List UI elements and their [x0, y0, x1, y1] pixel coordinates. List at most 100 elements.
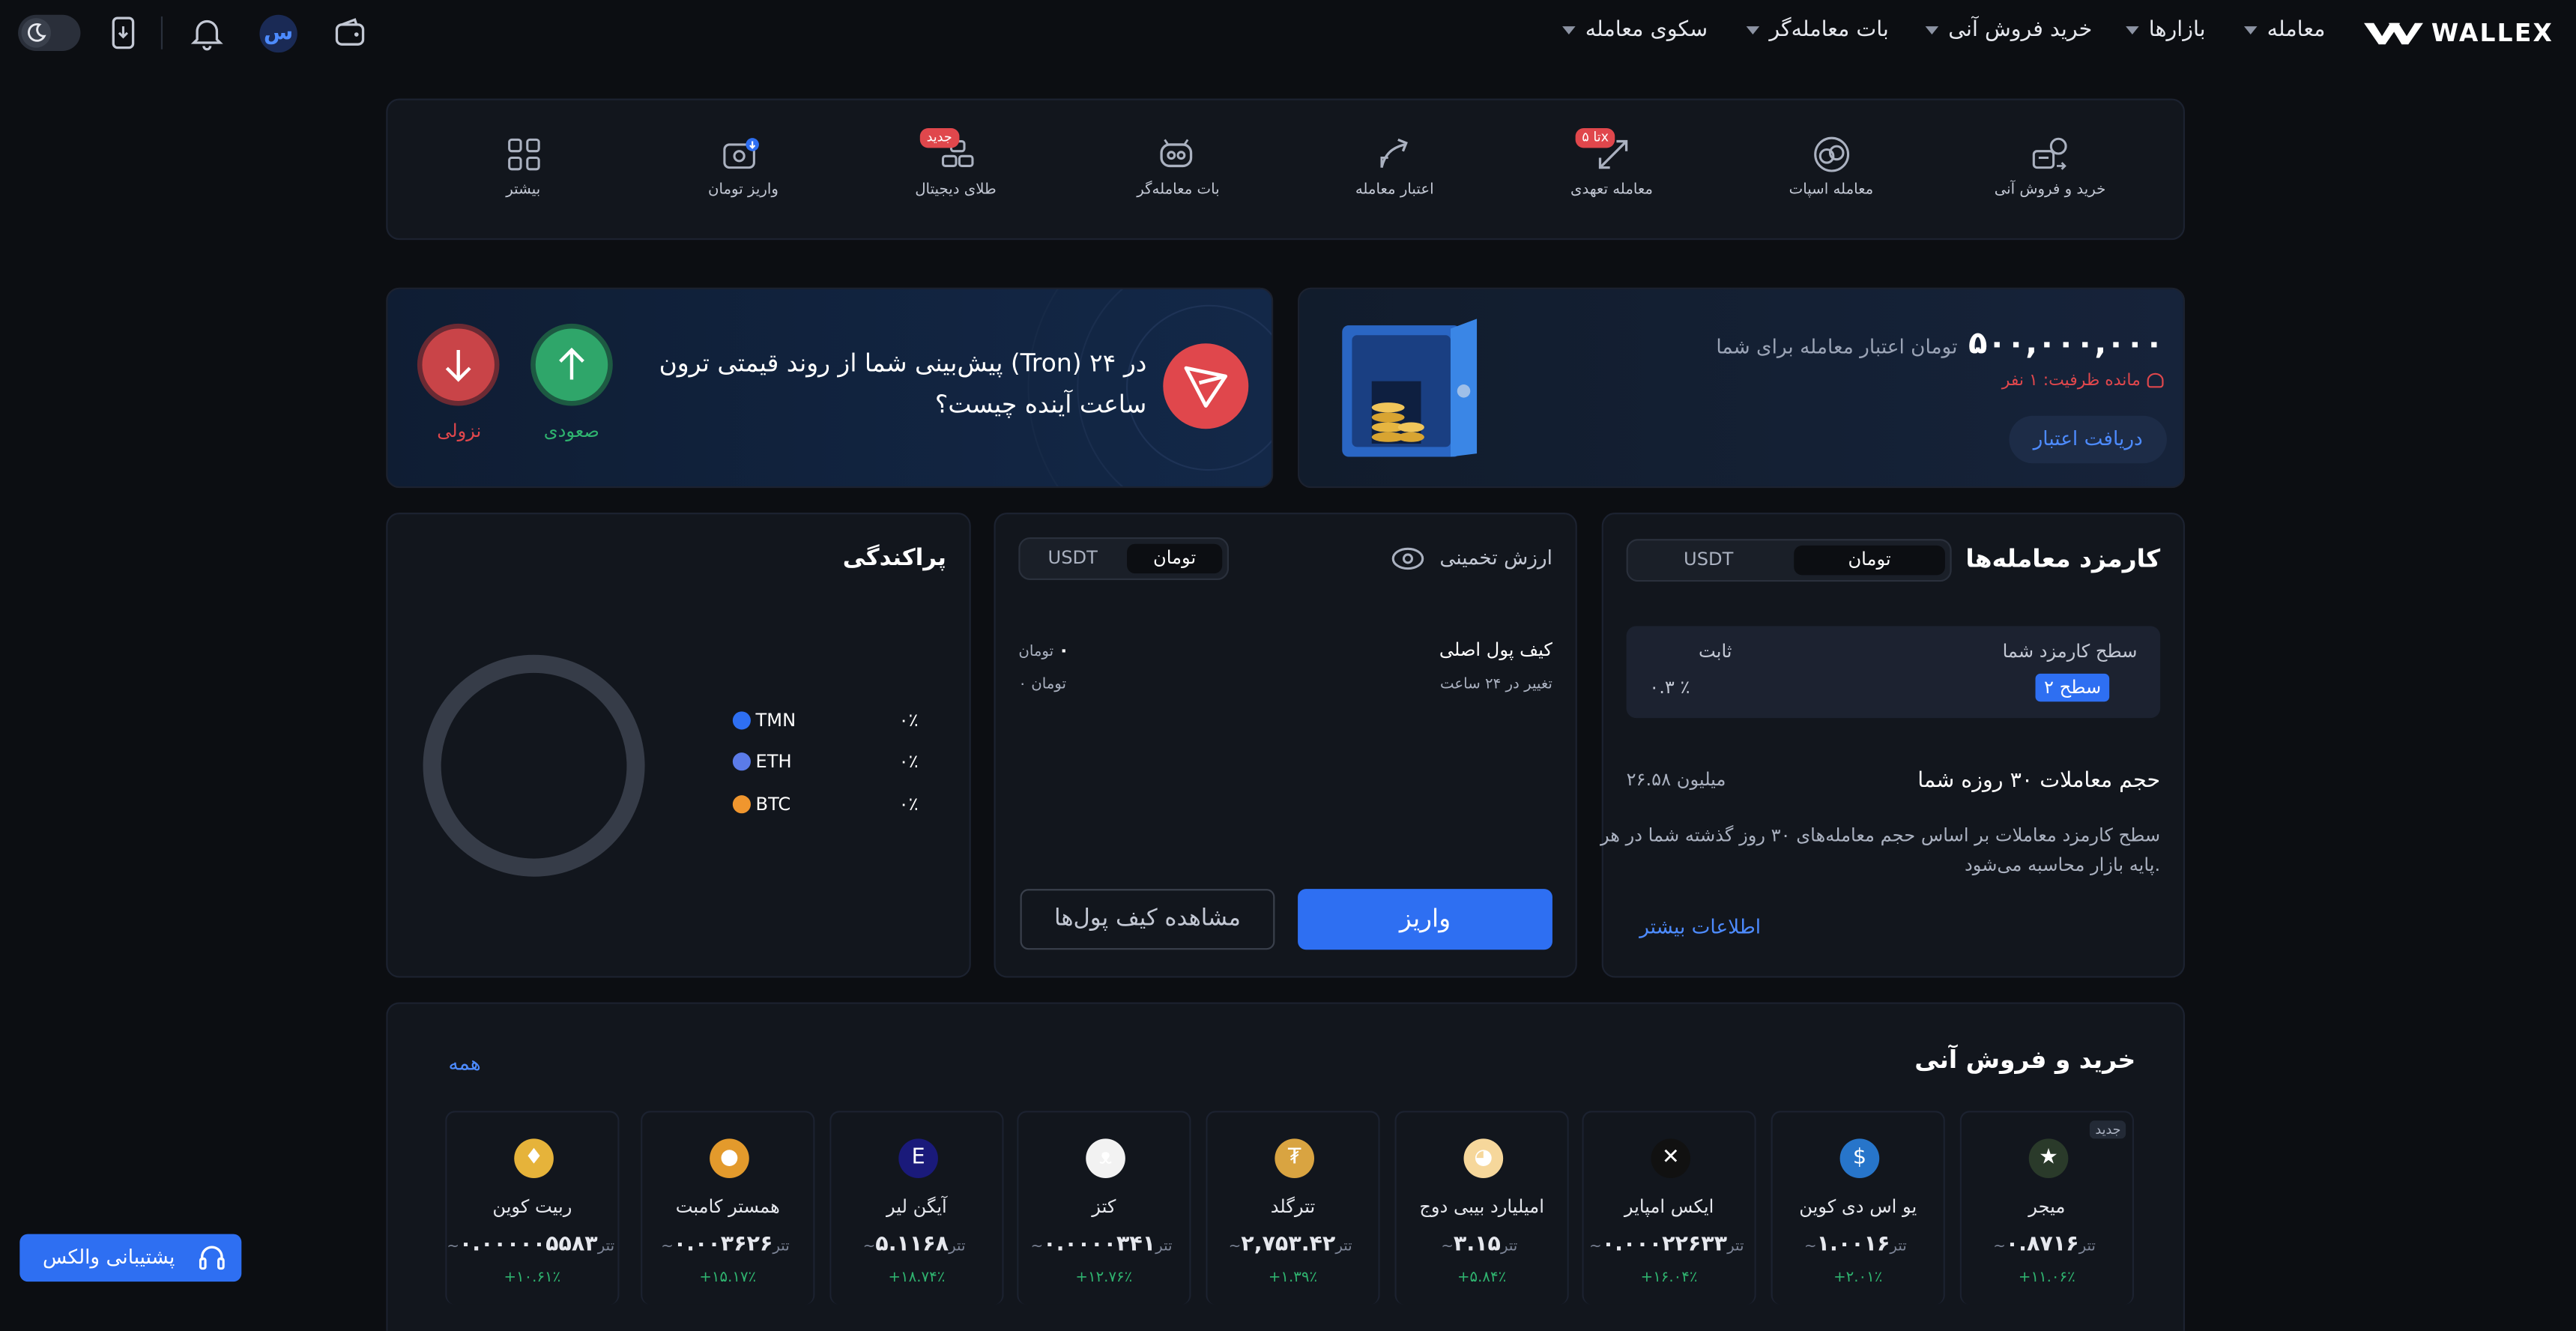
- chevron-down-icon: [2243, 26, 2258, 35]
- app-download-button[interactable]: [105, 15, 141, 51]
- cats-icon: ᴥ: [1086, 1138, 1125, 1179]
- coin-name: آیگن لیر: [886, 1196, 947, 1218]
- x-empire-icon: ✕: [1651, 1138, 1691, 1179]
- down-label: نزولی: [437, 420, 482, 442]
- change-24h-label: تغییر در ۲۴ ساعت: [1440, 677, 1552, 694]
- nav-markets[interactable]: بازارها: [2126, 19, 2206, 41]
- fixed-value: ۰.۳ ٪: [1649, 677, 1690, 698]
- notification-button[interactable]: [189, 15, 225, 51]
- coin-card[interactable]: ₮ تترگلد ~تتر۲,۷۵۳.۴۲ +۱.۳۹٪: [1206, 1111, 1380, 1305]
- distribution-title: پراکندگی: [842, 545, 946, 572]
- action-credit[interactable]: اعتبار معامله: [1355, 182, 1434, 199]
- coin-price: ~تتر۲,۷۵۳.۴۲: [1228, 1232, 1352, 1258]
- coin-card[interactable]: ● همستر کامبت ~تتر۰.۰۰۳۶۲۶ +۱۵.۱۷٪: [641, 1111, 815, 1305]
- fees-toggle-usdt[interactable]: USDT: [1633, 546, 1784, 575]
- action-more[interactable]: بیشتر: [506, 182, 540, 199]
- wallet-toggle-usdt[interactable]: USDT: [1025, 544, 1120, 573]
- action-spot-trade[interactable]: معامله اسپات: [1789, 182, 1874, 199]
- coin-card[interactable]: ♦ ربیت کوین ~تتر۰.۰۰۰۰۰۵۵۸۳ +۱۰.۶۱٪: [445, 1111, 620, 1305]
- all-link[interactable]: همه: [449, 1053, 481, 1072]
- coin-change: +۱۵.۱۷٪: [699, 1270, 757, 1287]
- coin-name: همستر کامبت: [675, 1196, 780, 1218]
- coin-price: ~تتر۰.۰۰۰۰۰۵۵۸۳: [447, 1232, 615, 1258]
- headset-icon: [199, 1246, 225, 1270]
- wallet-currency-toggle[interactable]: تومان USDT: [1018, 537, 1229, 580]
- distribution-donut: [423, 654, 645, 877]
- wallex-logo-icon: [2364, 22, 2423, 45]
- action-deposit[interactable]: واریز تومان: [708, 182, 778, 199]
- main-wallet-label: کیف پول اصلی: [1439, 639, 1552, 661]
- avatar[interactable]: س: [259, 14, 297, 53]
- credit-icon: [1380, 138, 1408, 169]
- coin-card[interactable]: ᴥ کتز ~تتر۰.۰۰۰۰۳۴۱ +۱۲.۷۶٪: [1017, 1111, 1191, 1305]
- spot-trade-icon: [1814, 136, 1850, 172]
- coin-price: ~تتر۰.۸۷۱۶: [1993, 1232, 2096, 1258]
- coin-price: ~تتر۵.۱۱۶۸: [862, 1232, 966, 1258]
- fees-currency-toggle[interactable]: تومان USDT: [1626, 539, 1952, 582]
- get-credit-button[interactable]: دریافت اعتبار: [2009, 415, 2167, 464]
- action-instant-trade[interactable]: خرید و فروش آنی: [1995, 182, 2106, 199]
- coin-card[interactable]: ✕ ایکس امپایر ~تتر۰.۰۰۰۲۲۶۳۳ +۱۶.۰۴٪: [1582, 1111, 1756, 1305]
- up-prediction-button[interactable]: [535, 328, 608, 401]
- coin-change: +۱۲.۷۶٪: [1075, 1270, 1133, 1287]
- quick-actions-bar: خرید و فروش آنی معامله اسپات تا ۵x معامل…: [386, 98, 2186, 241]
- view-wallets-button[interactable]: مشاهده کیف پول‌ها: [1020, 889, 1275, 950]
- coin-price: ~تتر۰.۰۰۳۶۲۶: [661, 1232, 790, 1258]
- support-button[interactable]: پشتیبانی والکس: [19, 1234, 242, 1282]
- wallet-button[interactable]: [332, 15, 368, 51]
- nav-platform[interactable]: سکوی معامله: [1562, 19, 1708, 41]
- deposit-button[interactable]: واریز: [1298, 889, 1552, 950]
- legend-dot: [732, 752, 751, 771]
- nav-instant[interactable]: خرید فروش آنی: [1925, 19, 2092, 41]
- wallex-logo[interactable]: WALLEX: [2362, 16, 2552, 49]
- action-margin-trade[interactable]: معامله تعهدی: [1570, 182, 1653, 199]
- fixed-label: ثابت: [1699, 641, 1732, 663]
- action-bot[interactable]: بات معامله‌گر: [1137, 182, 1219, 199]
- coin-card[interactable]: ★ میجر ~تتر۰.۸۷۱۶ +۱۱.۰۶٪ جدید: [1959, 1111, 2135, 1305]
- coin-change: +۱۱.۰۶٪: [2018, 1270, 2075, 1287]
- more-grid-icon: [508, 138, 540, 171]
- prediction-banner: پیش‌بینی شما از روند قیمتی ترون (Tron) د…: [386, 287, 1274, 489]
- coin-change: +۲.۰۱٪: [1833, 1270, 1883, 1287]
- more-info-link[interactable]: اطلاعات بیشتر: [1639, 917, 1761, 936]
- wallet-toggle-toman[interactable]: تومان: [1127, 543, 1223, 574]
- tether-gold-icon: ₮: [1275, 1138, 1315, 1179]
- new-badge: جدید: [2090, 1120, 2126, 1139]
- theme-toggle[interactable]: [18, 14, 81, 51]
- coin-card[interactable]: E آیگن لیر ~تتر۵.۱۱۶۸ +۱۸.۷۴٪: [829, 1111, 1004, 1305]
- bell-icon: [190, 19, 223, 51]
- nav-bot[interactable]: بات معامله‌گر: [1746, 19, 1889, 41]
- bot-icon: [1160, 139, 1193, 168]
- down-prediction-button[interactable]: [422, 328, 495, 401]
- brand-name: WALLEX: [2431, 18, 2554, 48]
- coin-price: ~تتر۳.۱۵: [1441, 1232, 1518, 1258]
- fee-level-badge: سطح ۲: [2036, 673, 2110, 702]
- coin-change: +۱۰.۶۱٪: [504, 1270, 561, 1287]
- users-icon: [2147, 372, 2164, 388]
- nav-trade[interactable]: معامله: [2243, 19, 2325, 41]
- usdc-icon: $: [1839, 1138, 1880, 1179]
- major-icon: ★: [2028, 1138, 2069, 1179]
- coin-name: یو اس دی کوین: [1799, 1196, 1917, 1218]
- tron-icon: [1163, 343, 1249, 429]
- coin-price: ~تتر۰.۰۰۰۲۲۶۳۳: [1589, 1232, 1744, 1258]
- legend-item-tmn: TMN ۰٪: [729, 710, 919, 733]
- coin-name: کتز: [1092, 1196, 1116, 1218]
- coin-change: +۱۶.۰۴٪: [1640, 1270, 1698, 1287]
- wallet-card: ارزش تخمینی تومان USDT کیف پول اصلی ۰ تو…: [994, 513, 1577, 978]
- eye-icon[interactable]: [1391, 547, 1424, 570]
- coin-card[interactable]: ◕ امیلیارد بیبی دوج ~تتر۳.۱۵ +۵.۸۴٪: [1394, 1111, 1569, 1305]
- instant-trade-icon: [2032, 137, 2067, 170]
- gold-new-badge: جدید: [919, 128, 959, 148]
- volume-label: حجم معاملات ۳۰ روزه شما: [1917, 769, 2161, 794]
- legend-item-eth: ETH ۰٪: [729, 751, 919, 774]
- fees-toggle-toman[interactable]: تومان: [1794, 545, 1945, 576]
- top-header: WALLEX معامله بازارها خرید فروش آنی بات …: [0, 0, 2576, 66]
- coin-card[interactable]: $ یو اس دی کوین ~تتر۱.۰۰۱۶ +۲.۰۱٪: [1771, 1111, 1945, 1305]
- volume-value: ۲۶.۵۸ میلیون: [1626, 769, 1726, 791]
- action-gold[interactable]: طلای دیجیتال: [915, 182, 996, 199]
- fees-card: کارمزد معامله‌ها تومان USDT سطح کارمزد ش…: [1600, 513, 2186, 978]
- coin-name: ربیت کوین: [492, 1196, 572, 1218]
- chevron-down-icon: [1562, 26, 1576, 35]
- moon-icon: [28, 22, 46, 42]
